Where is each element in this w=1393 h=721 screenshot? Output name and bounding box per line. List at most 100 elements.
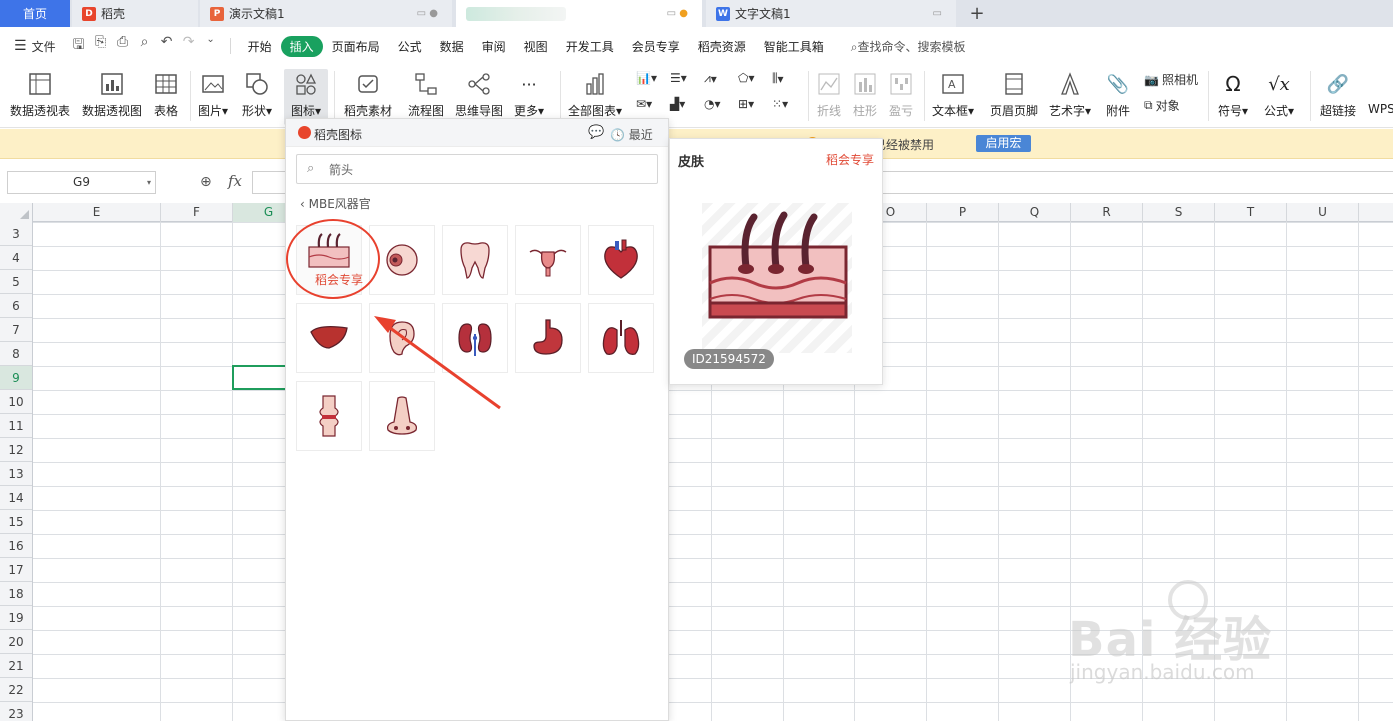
hyperlink-button[interactable]: 🔗 超链接 [1320,69,1356,125]
window-icon[interactable]: ▭ [933,8,942,19]
attachment-button[interactable]: 📎 附件 [1105,69,1131,125]
stock-chart-dropdown[interactable]: ⫼ ▾ [772,71,784,86]
tab-home[interactable]: 首页 [0,0,70,27]
column-header[interactable]: R [1071,203,1143,222]
camera-button[interactable]: 📷 照相机 [1144,71,1198,88]
row-header[interactable]: 16 [0,534,32,558]
row-header[interactable]: 17 [0,558,32,582]
grid-chart-dropdown[interactable]: ⊞ ▾ [738,97,754,111]
flowchart-button[interactable]: 流程图 [408,69,444,125]
menu-developer[interactable]: 开发工具 [557,36,623,57]
menu-formula[interactable]: 公式 [389,36,431,57]
fx-icon[interactable]: fx [228,172,242,190]
new-tab-button[interactable]: + [962,0,992,27]
command-search[interactable]: ⌕查找命令、搜索模板 [851,38,966,55]
row-header[interactable]: 19 [0,606,32,630]
enable-macro-button[interactable]: 启用宏 [976,135,1031,152]
column-header[interactable]: Q [999,203,1071,222]
row-header-selected[interactable]: 9 [0,366,32,390]
redo-icon[interactable]: ↷ [178,34,200,58]
save-icon[interactable]: 🖫 [68,34,90,58]
print-preview-icon[interactable]: ⌕ [134,34,156,58]
textbox-button[interactable]: A 文本框▾ [932,69,974,125]
select-all-corner[interactable] [0,203,33,222]
active-cell-g9[interactable] [232,365,288,390]
tab-spreadsheet[interactable]: ▭ ● [456,0,702,27]
column-header[interactable]: F [161,203,233,222]
file-menu[interactable]: ☰ 文件 [14,38,56,55]
window-icon[interactable]: ▭ ● [667,8,688,19]
header-footer-button[interactable]: 页眉页脚 [990,69,1038,125]
menu-data[interactable]: 数据 [431,36,473,57]
row-header[interactable]: 14 [0,486,32,510]
radar-chart-dropdown[interactable]: ⬠ ▾ [738,71,754,85]
tab-presentation[interactable]: P 演示文稿1 ▭ ● [200,0,452,27]
column-header[interactable]: P [927,203,999,222]
row-header[interactable]: 13 [0,462,32,486]
picture-button[interactable]: 图片▾ [198,69,228,125]
object-button[interactable]: ⧉ 对象 [1144,97,1180,114]
row-header[interactable]: 10 [0,390,32,414]
row-header[interactable]: 8 [0,342,32,366]
export-icon[interactable]: ⎘ [90,34,112,58]
all-charts-button[interactable]: 全部图表▾ [568,69,622,125]
menu-page-layout[interactable]: 页面布局 [323,36,389,57]
row-header[interactable]: 5 [0,270,32,294]
row-header[interactable]: 4 [0,246,32,270]
column-header[interactable]: U [1287,203,1359,222]
name-box[interactable]: G9 ▾ [7,171,156,194]
area-chart-dropdown[interactable]: ✉ ▾ [636,97,652,111]
wps-button[interactable]: WPS [1368,69,1393,125]
zoom-icon[interactable]: ⊕ [200,174,212,190]
column-chart-dropdown[interactable]: 📊 ▾ [636,71,657,85]
chevron-down-icon[interactable]: ⌄ [200,34,222,58]
row-header[interactable]: 11 [0,414,32,438]
row-header[interactable]: 6 [0,294,32,318]
row-header[interactable]: 3 [0,222,32,246]
pivot-table-button[interactable]: 数据透视表 [10,69,70,125]
menu-vip[interactable]: 会员专享 [623,36,689,57]
column-header[interactable]: S [1143,203,1215,222]
line-chart-dropdown[interactable]: ⩘ ▾ [704,71,717,86]
undo-icon[interactable]: ↶ [156,34,178,58]
menu-smart-toolbox[interactable]: 智能工具箱 [755,36,833,57]
formula-button[interactable]: √x 公式▾ [1264,69,1294,125]
combo-chart-dropdown[interactable]: ▟ ▾ [670,97,685,111]
row-header[interactable]: 18 [0,582,32,606]
icon-button[interactable]: 图标▾ [284,69,328,125]
shape-button[interactable]: 形状▾ [242,69,272,125]
column-header[interactable]: T [1215,203,1287,222]
menu-home[interactable]: 开始 [239,36,281,57]
wordart-button[interactable]: 艺术字▾ [1049,69,1091,125]
more-button[interactable]: ··· 更多▾ [514,69,544,125]
row-header[interactable]: 23 [0,702,32,721]
row-header[interactable]: 15 [0,510,32,534]
tab-docer[interactable]: D 稻壳 [72,0,198,27]
docer-material-button[interactable]: 稻壳素材 [344,69,392,125]
sparkline-column-button[interactable]: 柱形 [852,69,878,125]
row-header[interactable]: 22 [0,678,32,702]
menu-view[interactable]: 视图 [515,36,557,57]
symbol-button[interactable]: Ω 符号▾ [1218,69,1248,125]
pivot-chart-button[interactable]: 数据透视图 [82,69,142,125]
table-button[interactable]: 表格 [153,69,179,125]
mindmap-button[interactable]: 思维导图 [455,69,503,125]
preview-image[interactable] [702,203,852,353]
column-header[interactable]: E [33,203,161,222]
menu-insert[interactable]: 插入 [280,35,323,57]
row-header[interactable]: 21 [0,654,32,678]
menu-docer-resources[interactable]: 稻壳资源 [689,36,755,57]
scatter-chart-dropdown[interactable]: ⁙ ▾ [772,97,788,111]
menu-review[interactable]: 审阅 [473,36,515,57]
row-header[interactable]: 12 [0,438,32,462]
sparkline-line-button[interactable]: 折线 [816,69,842,125]
window-icon[interactable]: ▭ ● [417,8,438,19]
bar-chart-dropdown[interactable]: ☰ ▾ [670,71,687,85]
pie-chart-dropdown[interactable]: ◔ ▾ [704,97,721,111]
row-header[interactable]: 7 [0,318,32,342]
row-header[interactable]: 20 [0,630,32,654]
print-icon[interactable]: ⎙ [112,34,134,58]
chevron-down-icon[interactable]: ▾ [147,172,151,193]
tab-word-doc[interactable]: W 文字文稿1 ▭ [706,0,956,27]
sparkline-winloss-button[interactable]: 盈亏 [888,69,914,125]
